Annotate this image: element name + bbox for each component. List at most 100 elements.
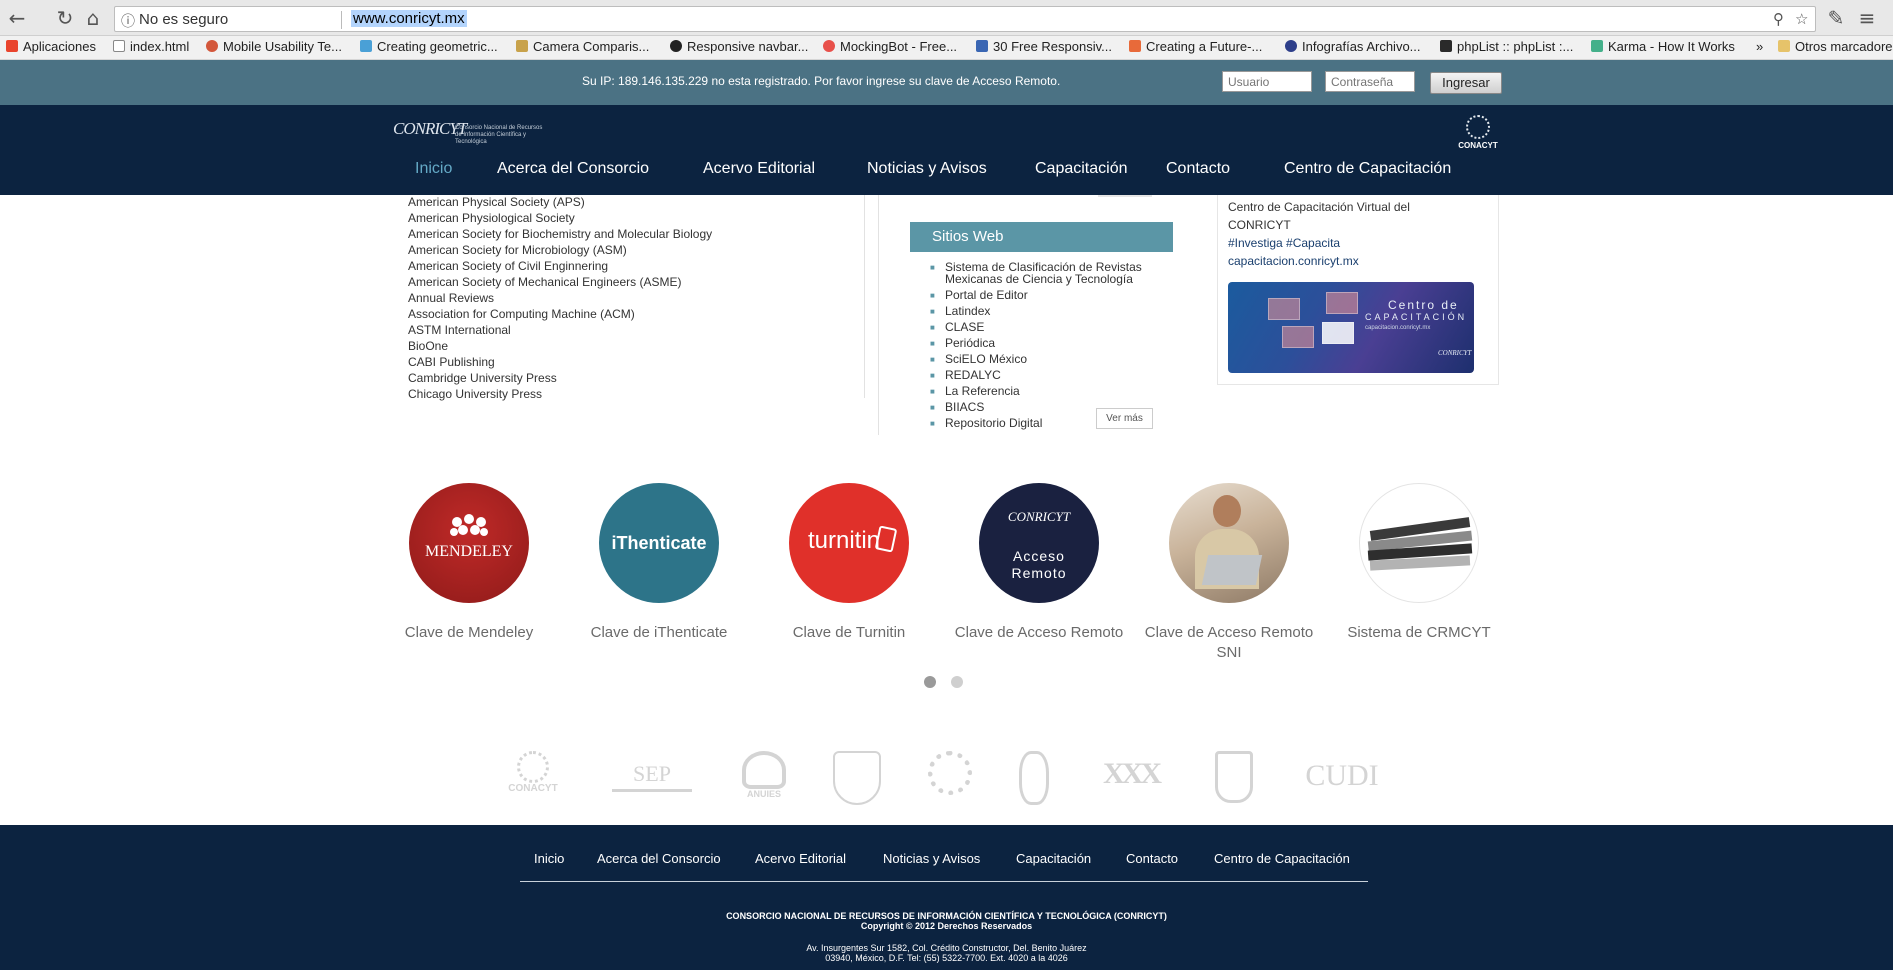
bookmark-item[interactable]: phpList :: phpList :... [1440,39,1573,54]
site-link[interactable]: ■ Portal de Editor [930,289,1175,301]
partner-logo-cinvestav[interactable] [922,751,978,795]
publisher-link[interactable]: American Society for Microbiology (ASM) [408,243,627,257]
partner-logo-udeg[interactable] [1210,751,1258,803]
publisher-link[interactable]: American Physiological Society [408,211,575,225]
partner-logo-sep[interactable]: SEP [612,751,692,792]
publisher-link[interactable]: Association for Computing Machine (ACM) [408,307,635,321]
site-link[interactable]: ■ Periódica [930,337,1175,349]
bullet-icon: ■ [930,323,935,332]
site-link[interactable]: ■ Latindex [930,305,1175,317]
bookmark-item[interactable]: Infografías Archivo... [1285,39,1421,54]
site-favicon [360,40,372,52]
bookmark-item[interactable]: index.html [113,39,189,54]
site-link[interactable]: ■ REDALYC [930,369,1175,381]
tile-acceso-remoto[interactable]: CONRICYT Acceso Remoto Clave de Acceso R… [954,483,1124,643]
footer-nav-contacto[interactable]: Contacto [1126,851,1178,866]
partner-name: CUDI [1305,759,1379,792]
nav-noticias[interactable]: Noticias y Avisos [867,160,987,178]
footer-nav-inicio[interactable]: Inicio [534,851,564,866]
publisher-link[interactable]: Annual Reviews [408,291,494,305]
publisher-link[interactable]: ASTM International [408,323,511,337]
password-input[interactable] [1325,71,1415,92]
tile-acceso-remoto-sni[interactable]: Clave de Acceso Remoto SNI [1144,483,1314,663]
footer-nav-noticias[interactable]: Noticias y Avisos [883,851,980,866]
tile-crmcyt[interactable]: Sistema de CRMCYT [1334,483,1504,643]
conacyt-logo[interactable]: CONACYT [1456,115,1500,155]
publisher-link[interactable]: CABI Publishing [408,355,495,369]
footer-nav-capacitacion[interactable]: Capacitación [1016,851,1091,866]
tile-label: Sistema de CRMCYT [1347,624,1491,641]
tile-logo-text: iThenticate [611,533,707,553]
apps-grid-icon [6,40,18,52]
site-link[interactable]: ■ CLASE [930,321,1175,333]
publisher-link[interactable]: BioOne [408,339,448,353]
site-link[interactable]: ■ Sistema de Clasificación de Revistas Me… [930,261,1175,285]
person-head [1213,495,1241,527]
capacitacion-banner[interactable]: Centro de CAPACITACIÓN capacitacion.conr… [1228,282,1474,373]
tile-turnitin[interactable]: turnitin Clave de Turnitin [764,483,934,643]
bookmark-item[interactable]: Karma - How It Works [1591,39,1735,54]
partner-logo-ipn[interactable] [1012,751,1056,805]
url-text[interactable]: www.conricyt.mx [351,10,467,27]
nav-contacto[interactable]: Contacto [1166,160,1230,178]
bookmark-star-icon[interactable]: ☆ [1795,10,1808,28]
back-icon[interactable]: ← [6,8,28,30]
bookmark-item[interactable]: Camera Comparis... [516,39,649,54]
hashtags-link[interactable]: #Investiga #Capacita [1228,236,1340,250]
publisher-link[interactable]: Chicago University Press [408,387,542,401]
footer-copyright: CONSORCIO NACIONAL DE RECURSOS DE INFORM… [0,911,1893,931]
site-link[interactable]: ■ La Referencia [930,385,1175,397]
main-content: American Physical Society (APS) American… [0,195,1893,825]
footer-nav-acervo[interactable]: Acervo Editorial [755,851,846,866]
browser-toolbar: ← ↻ ⌂ ⓘ No es seguro www.conricyt.mx ⚲ ☆… [0,0,1893,36]
partner-logo-cudi[interactable]: CUDI [1298,751,1386,793]
bookmark-item[interactable]: Creating a Future-... [1129,39,1262,54]
extension-puzzle-icon[interactable]: ≡ [1856,8,1878,30]
nav-acerca[interactable]: Acerca del Consorcio [497,160,649,178]
publisher-link[interactable]: American Physical Society (APS) [408,195,585,209]
capacitacion-link[interactable]: capacitacion.conricyt.mx [1228,254,1359,268]
reload-icon[interactable]: ↻ [54,8,76,30]
footer-nav-centro[interactable]: Centro de Capacitación [1214,851,1350,866]
nav-capacitacion[interactable]: Capacitación [1035,160,1128,178]
bookmark-item[interactable]: Responsive navbar... [670,39,808,54]
column-divider [864,195,865,398]
partner-logo-unam[interactable] [830,751,884,805]
bookmark-item[interactable]: Creating geometric... [360,39,498,54]
info-icon[interactable]: ⓘ [121,11,135,31]
site-link[interactable]: ■ SciELO México [930,353,1175,365]
publisher-link[interactable]: American Society of Civil Enginnering [408,259,608,273]
partner-logo-anuies[interactable]: ANUIES [734,751,794,799]
nav-acervo[interactable]: Acervo Editorial [703,160,815,178]
bookmark-item[interactable]: 30 Free Responsiv... [976,39,1112,54]
bookmark-folder[interactable]: Otros marcadores [1778,39,1893,54]
conricyt-logo[interactable]: CONRICYT Consorcio Nacional de Recursos … [393,117,543,153]
tile-ithenticate[interactable]: iThenticate Clave de iThenticate [574,483,744,643]
address-bar[interactable]: ⓘ No es seguro www.conricyt.mx ⚲ ☆ [114,6,1816,32]
partner-logo-uam[interactable]: XXX [1094,751,1168,791]
nav-inicio[interactable]: Inicio [415,160,452,178]
extension-icon[interactable]: ⚲ [1773,10,1784,28]
bullet-icon: ■ [930,387,935,396]
bookmarks-overflow[interactable]: » [1756,39,1763,54]
nav-centro[interactable]: Centro de Capacitación [1284,160,1451,178]
home-icon[interactable]: ⌂ [82,8,104,30]
carousel-dot[interactable] [951,676,963,688]
omnibox-divider [341,11,342,29]
partner-name: ANUIES [746,789,781,799]
bookmark-item[interactable]: Mobile Usability Te... [206,39,342,54]
publisher-link[interactable]: Cambridge University Press [408,371,557,385]
partner-logo-conacyt[interactable]: CONACYT [498,751,568,794]
ver-mas-button[interactable]: Ver más [1096,408,1153,429]
tile-mendeley[interactable]: MENDELEY Clave de Mendeley [384,483,554,643]
carousel-dot-active[interactable] [924,676,936,688]
login-button[interactable]: Ingresar [1430,72,1502,94]
eyedropper-icon[interactable]: ✎ [1825,8,1847,30]
site-favicon [976,40,988,52]
publisher-link[interactable]: American Society of Mechanical Engineers… [408,275,681,289]
publisher-link[interactable]: American Society for Biochemistry and Mo… [408,227,712,241]
bookmark-item[interactable]: MockingBot - Free... [823,39,957,54]
bookmark-item[interactable]: Aplicaciones [6,39,96,54]
footer-nav-acerca[interactable]: Acerca del Consorcio [597,851,721,866]
user-input[interactable] [1222,71,1312,92]
